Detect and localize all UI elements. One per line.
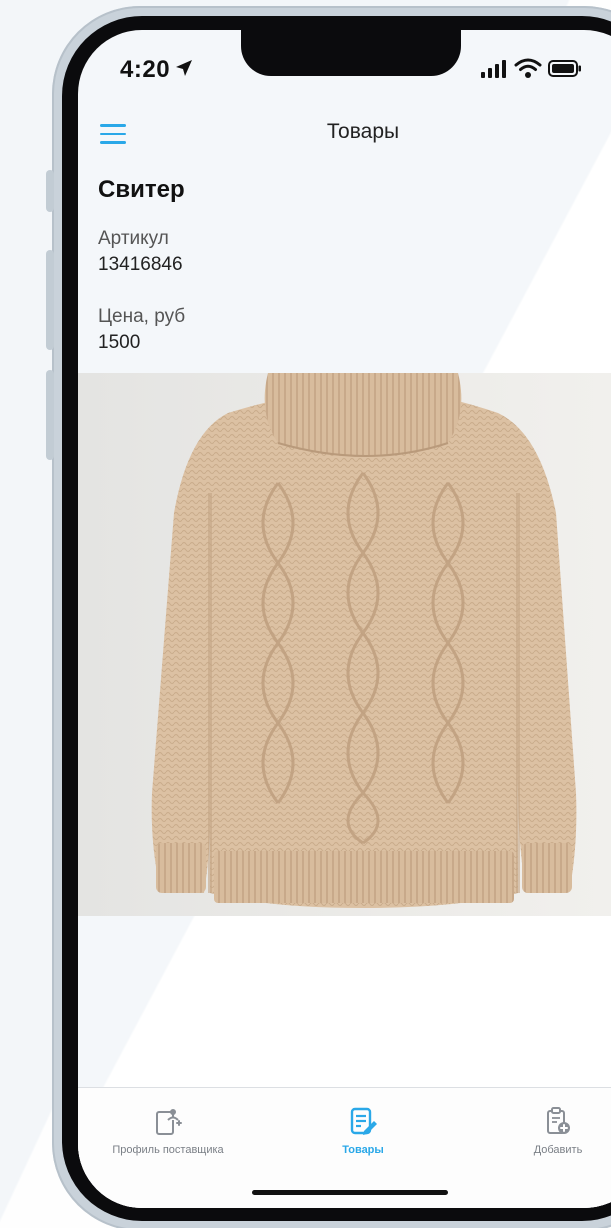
silent-switch	[46, 170, 54, 212]
volume-up-button	[46, 250, 54, 350]
home-indicator[interactable]	[252, 1190, 448, 1195]
price-label: Цена, руб	[98, 306, 186, 327]
cellular-signal-icon	[481, 60, 506, 78]
product-name: Свитер	[98, 176, 185, 203]
background: 4:20 Товары Свитер Артикул 13416846 Цена…	[0, 0, 611, 1228]
article-value: 13416846	[98, 254, 183, 275]
products-edit-icon	[350, 1107, 377, 1135]
volume-down-button	[46, 370, 54, 460]
tab-add[interactable]: Добавить	[468, 1106, 611, 1156]
page-title: Товары	[326, 120, 400, 143]
tab-products[interactable]: Товары	[273, 1106, 453, 1156]
add-clipboard-icon	[547, 1107, 570, 1134]
supplier-profile-icon	[156, 1109, 182, 1135]
product-photo	[78, 373, 611, 916]
phone-screen: 4:20 Товары Свитер Артикул 13416846 Цена…	[78, 30, 611, 1208]
price-value: 1500	[98, 332, 141, 353]
status-bar: 4:20	[78, 30, 611, 110]
tab-add-label: Добавить	[533, 1144, 583, 1156]
tab-products-label: Товары	[342, 1144, 384, 1156]
app-bar: Товары	[78, 110, 611, 170]
status-time: 4:20	[120, 56, 171, 83]
article-label: Артикул	[98, 228, 169, 249]
battery-icon	[548, 60, 581, 77]
tab-supplier-profile[interactable]: Профиль поставщика	[78, 1106, 258, 1156]
tab-supplier-profile-label: Профиль поставщика	[112, 1144, 224, 1156]
location-arrow-icon	[176, 60, 192, 76]
wifi-icon	[514, 58, 542, 78]
sweater-image	[151, 373, 577, 908]
notch	[241, 30, 461, 76]
